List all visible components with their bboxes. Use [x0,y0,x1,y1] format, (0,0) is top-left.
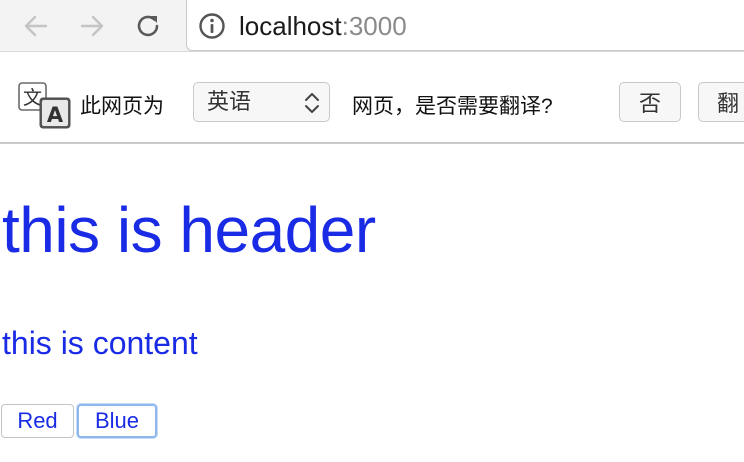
page-text: this is content [2,325,198,361]
no-translate-button[interactable]: 否 [619,82,681,122]
url-text[interactable]: localhost:3000 [239,11,407,41]
page-header: this is header [2,194,376,266]
back-arrow-icon [24,15,48,37]
forward-button[interactable] [76,10,108,42]
info-icon[interactable] [198,12,226,40]
blue-button[interactable]: Blue [77,404,157,438]
translate-question-text: 网页，是否需要翻译? [352,95,553,118]
svg-text:A: A [47,103,64,127]
forward-arrow-icon [80,15,104,37]
red-button[interactable]: Red [1,404,74,438]
browser-toolbar: localhost:3000 [0,0,744,52]
url-host: localhost [239,11,342,41]
language-select[interactable]: 英语 [193,82,330,122]
reload-button[interactable] [132,10,164,42]
svg-text:文: 文 [23,87,42,109]
url-port: :3000 [341,11,407,41]
translate-prefix-text: 此网页为 [80,95,164,118]
back-button[interactable] [20,10,52,42]
translate-button[interactable]: 翻 [698,82,744,122]
page-content-area: this is header this is content Red Blue [0,144,744,462]
translate-icon: 文 A [18,82,71,129]
address-bar[interactable]: localhost:3000 [186,0,744,51]
language-select-value: 英语 [207,89,252,114]
chevron-up-down-icon [305,93,319,113]
reload-icon [137,15,159,37]
